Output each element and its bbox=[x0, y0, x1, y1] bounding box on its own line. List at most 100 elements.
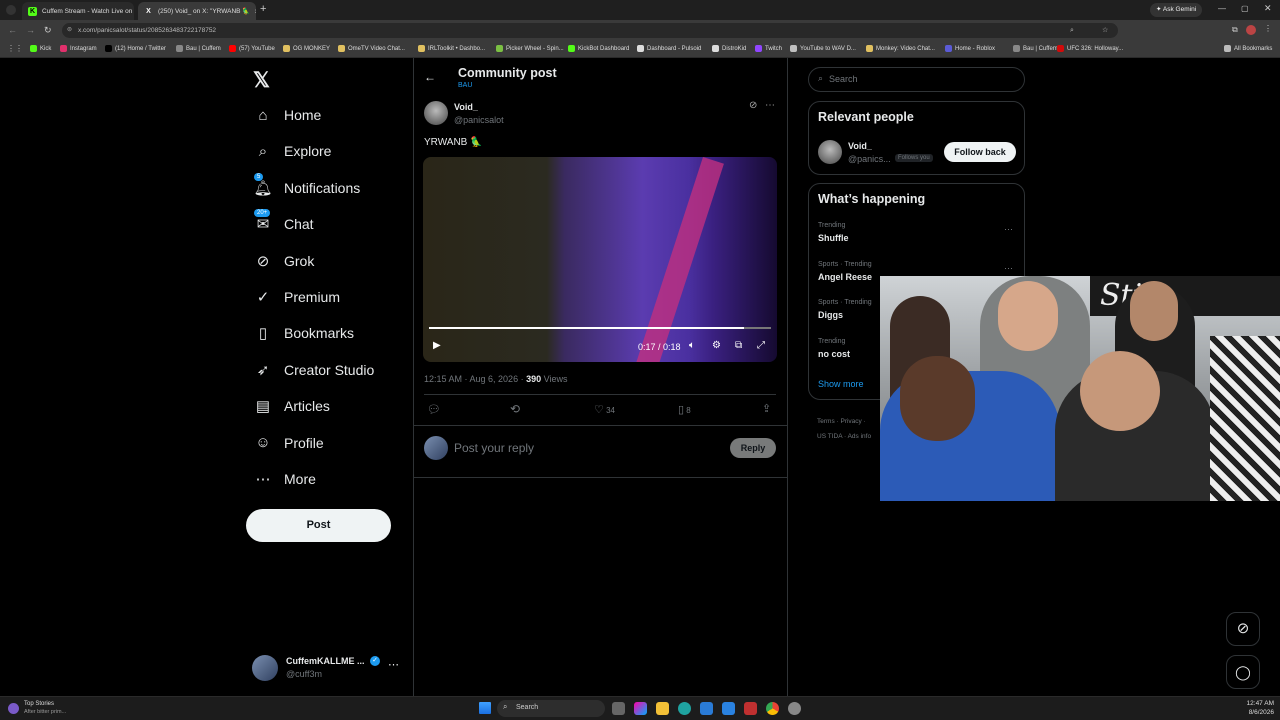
bookmark-button[interactable]: ▯ 8 bbox=[678, 403, 691, 416]
author-name[interactable]: Void_ bbox=[454, 102, 478, 112]
nav-item-grok[interactable]: ⊘ Grok bbox=[252, 246, 315, 276]
tab-menu-icon[interactable] bbox=[6, 5, 16, 15]
show-more-link[interactable]: Show more bbox=[818, 379, 864, 389]
bookmark-item[interactable]: UFC 326: Holloway... bbox=[1057, 45, 1123, 52]
bookmark-item[interactable]: Monkey: Video Chat... bbox=[866, 45, 935, 52]
edge-icon[interactable] bbox=[678, 702, 691, 715]
bookmark-item[interactable]: KickBot Dashboard bbox=[568, 45, 629, 52]
bookmark-item[interactable]: Picker Wheel - Spin... bbox=[496, 45, 564, 52]
back-arrow-icon[interactable]: ← bbox=[424, 70, 436, 84]
person-handle[interactable]: @panics... bbox=[848, 154, 891, 164]
all-bookmarks-button[interactable]: All Bookmarks bbox=[1224, 45, 1272, 52]
new-tab-icon[interactable]: + bbox=[260, 3, 266, 15]
apps-icon[interactable]: ⋮⋮ bbox=[7, 44, 23, 53]
volume-icon[interactable]: 🔈︎ bbox=[689, 340, 695, 351]
bookmark-item[interactable]: Bau | Cuffem bbox=[176, 45, 221, 52]
close-icon[interactable]: × bbox=[132, 7, 134, 16]
post-timestamp[interactable]: 12:15 AM · Aug 6, 2026 · bbox=[424, 374, 524, 384]
bookmark-item[interactable]: (57) YouTube bbox=[229, 45, 275, 52]
browser-tab-1[interactable]: X (250) Void_ on X: "YRWANB 🦜 × bbox=[138, 2, 256, 20]
bookmark-item[interactable]: Home - Roblox bbox=[945, 45, 995, 52]
repost-icon[interactable]: ⟲ bbox=[510, 402, 520, 416]
more-dots-icon[interactable]: ⋯ bbox=[388, 658, 399, 671]
bookmark-item[interactable]: Kick bbox=[30, 45, 51, 52]
clock[interactable]: 12:47 AM 8/6/2026 bbox=[1224, 699, 1274, 717]
back-icon[interactable]: ← bbox=[8, 25, 17, 35]
browser-menu-icon[interactable]: ⋮ bbox=[1264, 24, 1272, 33]
reply-input[interactable]: Post your reply bbox=[454, 441, 534, 455]
community-link[interactable]: BAU bbox=[458, 82, 472, 89]
bookmark-item[interactable]: Instagram bbox=[60, 45, 97, 52]
trend-name[interactable]: Angel Reese bbox=[818, 272, 872, 282]
bookmark-item[interactable]: Twitch bbox=[755, 45, 782, 52]
grok-float-button[interactable]: ⊘ bbox=[1226, 612, 1260, 646]
share-icon[interactable]: ⇪ bbox=[762, 402, 771, 415]
nav-item-profile[interactable]: ☺ Profile bbox=[252, 428, 323, 458]
nav-item-chat[interactable]: ✉ Chat 20+ bbox=[252, 209, 314, 239]
bookmark-item[interactable]: YouTube to WAV D... bbox=[790, 45, 856, 52]
url-bar[interactable]: ⊜ x.com/panicsalot/status/20852634837221… bbox=[62, 23, 1118, 38]
nav-item-premium[interactable]: ✓ Premium bbox=[252, 282, 340, 312]
nav-item-bookmarks[interactable]: ▯ Bookmarks bbox=[252, 318, 354, 348]
news-widget[interactable]: Top Stories After bitter prim... bbox=[8, 700, 98, 718]
forward-icon[interactable]: → bbox=[26, 25, 35, 35]
mail-icon[interactable] bbox=[722, 702, 735, 715]
person-name[interactable]: Void_ bbox=[848, 141, 872, 151]
nav-item-creator-studio[interactable]: ➶ Creator Studio bbox=[252, 355, 375, 385]
bookmark-star-icon[interactable]: ☆ bbox=[1102, 23, 1108, 38]
play-icon[interactable]: ▶ bbox=[433, 340, 441, 351]
bookmark-item[interactable]: Dashboard - Pulsoid bbox=[637, 45, 701, 52]
reply-button[interactable]: Reply bbox=[730, 438, 776, 458]
author-avatar[interactable] bbox=[424, 101, 448, 125]
bookmark-item[interactable]: IRLToolkit • Dashbo... bbox=[418, 45, 485, 52]
bookmark-item[interactable]: OmeTV Video Chat... bbox=[338, 45, 405, 52]
trend-name[interactable]: no cost bbox=[818, 349, 850, 359]
footer-terms[interactable]: Terms bbox=[817, 418, 835, 425]
like-button[interactable]: ♡ 34 bbox=[594, 403, 615, 416]
trend-name[interactable]: Diggs bbox=[818, 310, 843, 320]
grok-icon[interactable]: ⊘ bbox=[749, 100, 757, 111]
close-icon[interactable]: × bbox=[250, 7, 256, 16]
store-icon[interactable] bbox=[700, 702, 713, 715]
post-button[interactable]: Post bbox=[246, 509, 391, 542]
profile-avatar-icon[interactable] bbox=[1246, 25, 1256, 35]
chat-float-button[interactable]: ◯ bbox=[1226, 655, 1260, 689]
file-explorer-icon[interactable] bbox=[656, 702, 669, 715]
bookmark-item[interactable]: OG MONKEY bbox=[283, 45, 330, 52]
chrome-icon[interactable] bbox=[766, 702, 779, 715]
zoom-icon[interactable]: ⌕ bbox=[1070, 23, 1074, 38]
copilot-icon[interactable] bbox=[634, 702, 647, 715]
nav-item-articles[interactable]: ▤ Articles bbox=[252, 391, 330, 421]
video-progress-track[interactable] bbox=[429, 327, 771, 329]
extensions-icon[interactable]: ⧉ bbox=[1232, 25, 1238, 35]
reply-icon[interactable]: 💬︎ bbox=[427, 403, 441, 416]
minimize-icon[interactable]: — bbox=[1218, 4, 1226, 13]
nav-item-notifications[interactable]: 🔔︎ Notifications 5 bbox=[252, 172, 360, 203]
video-player[interactable]: ▶ 0:17 / 0:18 🔈︎ ⚙ ⧉ ⤢ bbox=[423, 157, 777, 362]
task-view-icon[interactable] bbox=[612, 702, 625, 715]
nav-item-home[interactable]: ⌂ Home bbox=[252, 100, 321, 130]
maximize-icon[interactable]: ▢ bbox=[1241, 4, 1249, 13]
follow-back-button[interactable]: Follow back bbox=[944, 142, 1016, 162]
more-dots-icon[interactable]: ⋯ bbox=[1004, 224, 1013, 235]
nav-item-more[interactable]: ⋯ More bbox=[252, 464, 316, 494]
browser-tab-0[interactable]: K Cuffem Stream - Watch Live on × bbox=[22, 2, 134, 20]
more-dots-icon[interactable]: ⋯ bbox=[765, 100, 775, 111]
search-input[interactable]: ⌕ Search bbox=[808, 67, 1025, 92]
close-window-icon[interactable]: ✕ bbox=[1264, 3, 1272, 14]
settings-gear-icon[interactable]: ⚙ bbox=[712, 340, 721, 351]
app-icon[interactable] bbox=[744, 702, 757, 715]
start-windows-icon[interactable] bbox=[479, 702, 491, 714]
footer-tida[interactable]: US TIDA bbox=[817, 433, 842, 440]
bookmark-item[interactable]: (12) Home / Twitter bbox=[105, 45, 166, 52]
settings-gear-icon[interactable] bbox=[788, 702, 801, 715]
ask-gemini-button[interactable]: ✦ Ask Gemini bbox=[1150, 3, 1203, 17]
x-logo-icon[interactable]: 𝕏 bbox=[253, 68, 270, 93]
taskbar-search[interactable]: ⌕ Search bbox=[497, 700, 605, 717]
footer-ads[interactable]: Ads info bbox=[848, 433, 872, 440]
footer-privacy[interactable]: Privacy bbox=[840, 418, 861, 425]
pip-icon[interactable]: ⧉ bbox=[735, 340, 742, 351]
reload-icon[interactable]: ↻ bbox=[44, 25, 52, 36]
person-avatar[interactable] bbox=[818, 140, 842, 164]
more-dots-icon[interactable]: ⋯ bbox=[1004, 263, 1013, 274]
